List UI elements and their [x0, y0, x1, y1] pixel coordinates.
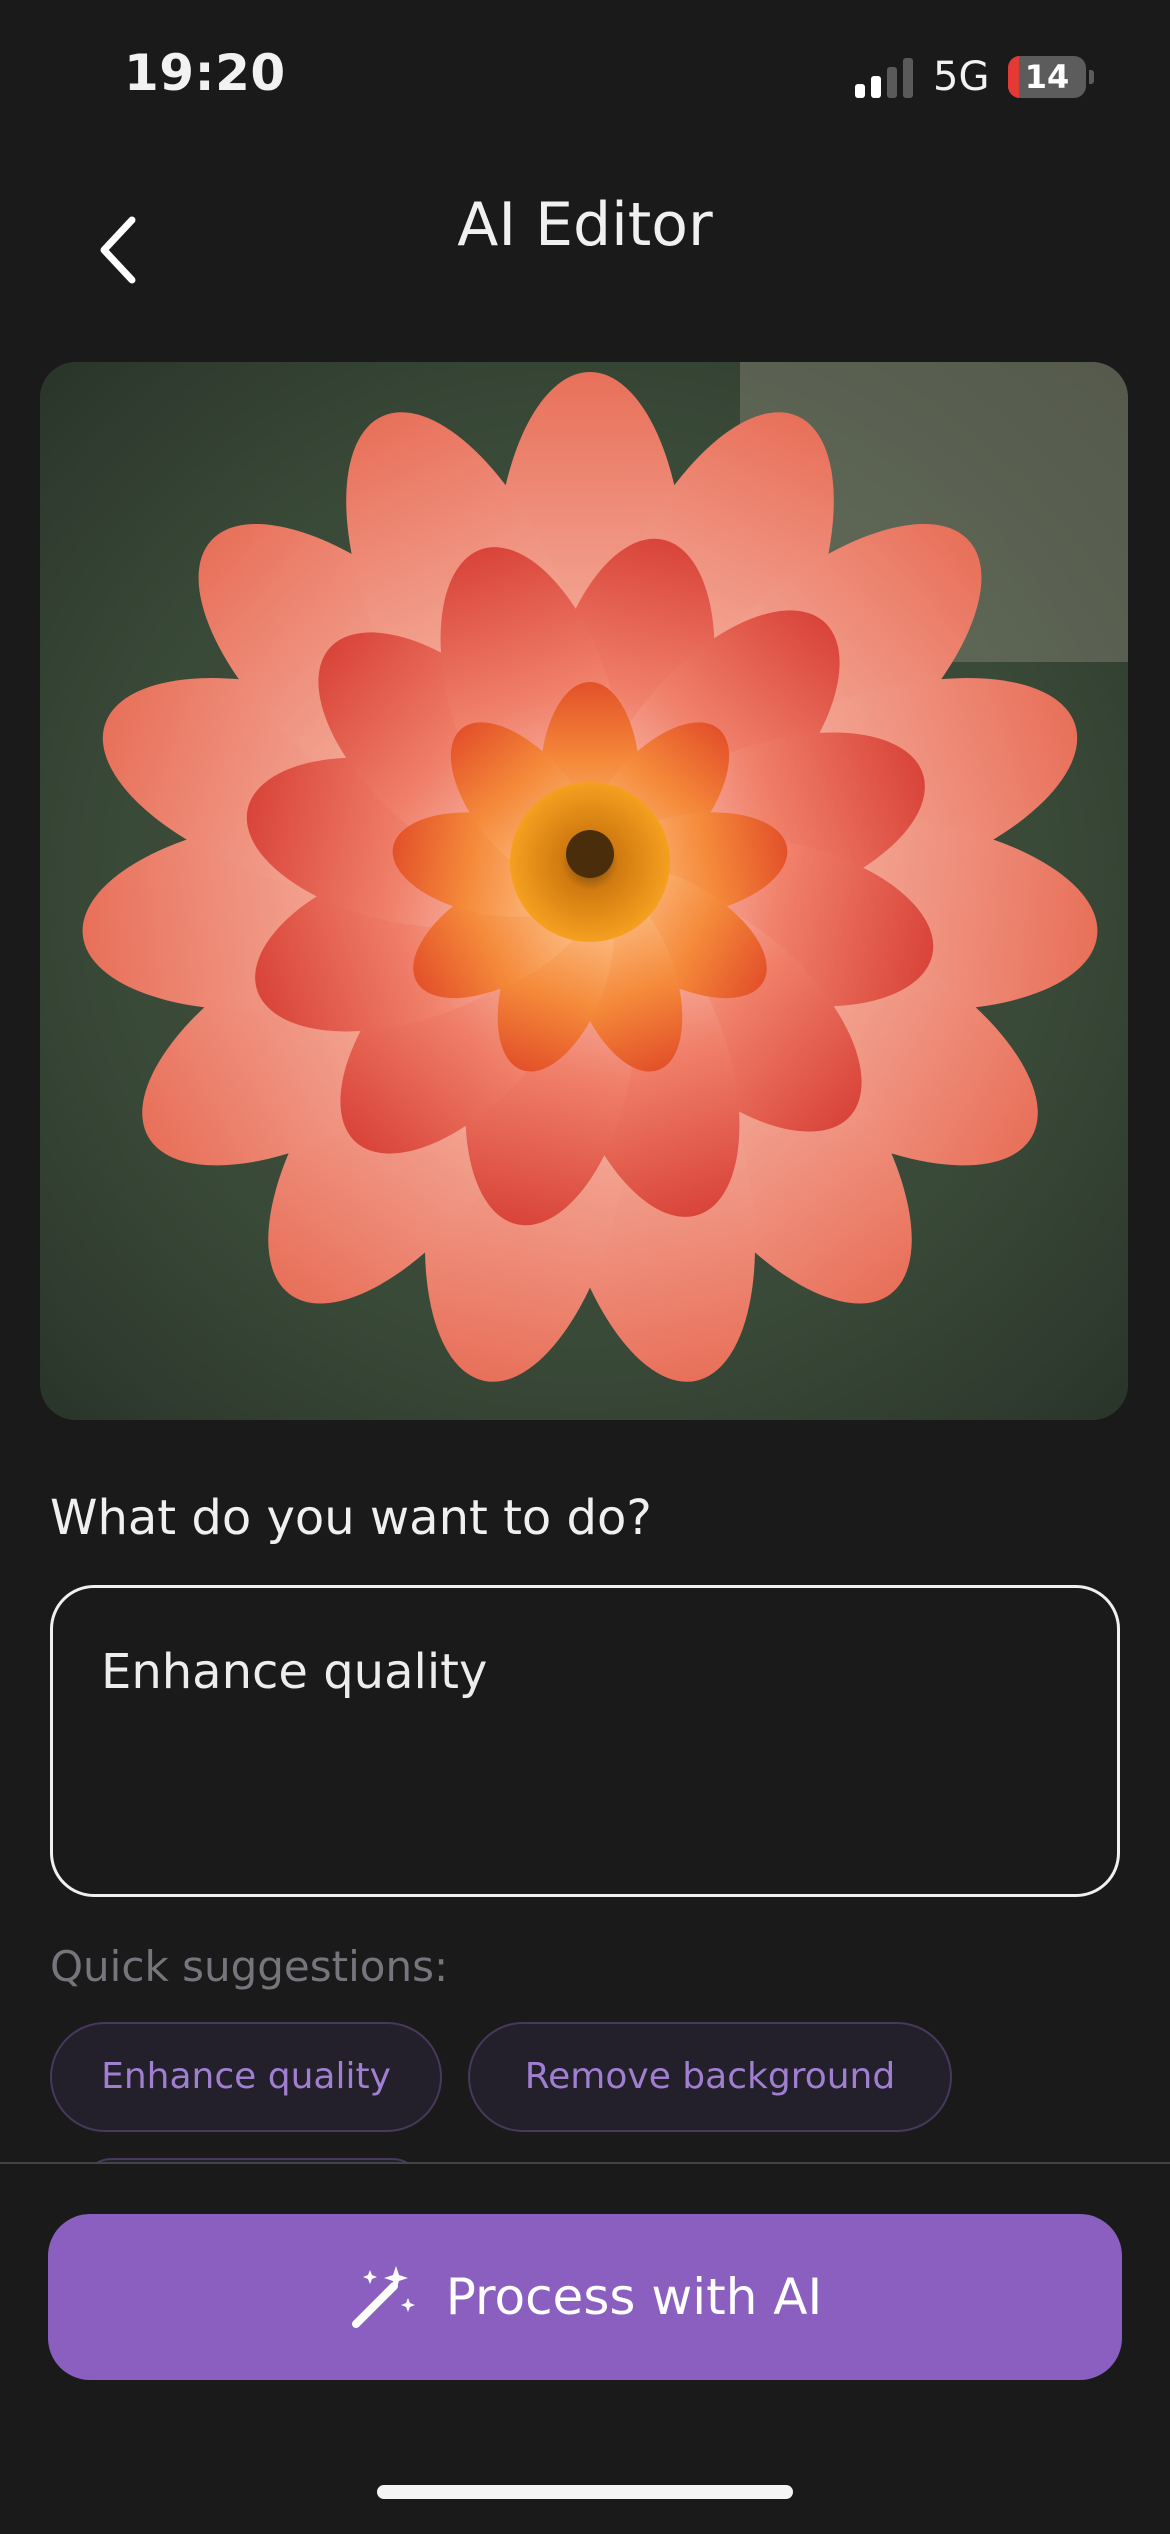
battery-level: 14 — [1024, 58, 1070, 96]
network-label: 5G — [933, 54, 990, 100]
suggestion-chip-remove-background[interactable]: Remove background — [468, 2022, 952, 2132]
process-button-label: Process with AI — [445, 2268, 823, 2326]
magic-wand-icon — [351, 2266, 415, 2328]
prompt-input[interactable]: Enhance quality — [50, 1585, 1120, 1897]
page-title: AI Editor — [457, 190, 713, 260]
battery-nub — [1089, 70, 1094, 84]
process-with-ai-button[interactable]: Process with AI — [48, 2214, 1122, 2380]
signal-icon — [855, 58, 913, 98]
prompt-label: What do you want to do? — [50, 1490, 652, 1546]
image-preview — [40, 362, 1128, 1420]
status-time: 19:20 — [124, 44, 286, 102]
battery-icon: 14 — [1008, 56, 1086, 98]
flower-illustration — [40, 362, 1128, 1420]
suggestion-chip-enhance-quality[interactable]: Enhance quality — [50, 2022, 442, 2132]
suggestions-label: Quick suggestions: — [50, 1942, 449, 1991]
home-indicator[interactable] — [377, 2485, 793, 2499]
